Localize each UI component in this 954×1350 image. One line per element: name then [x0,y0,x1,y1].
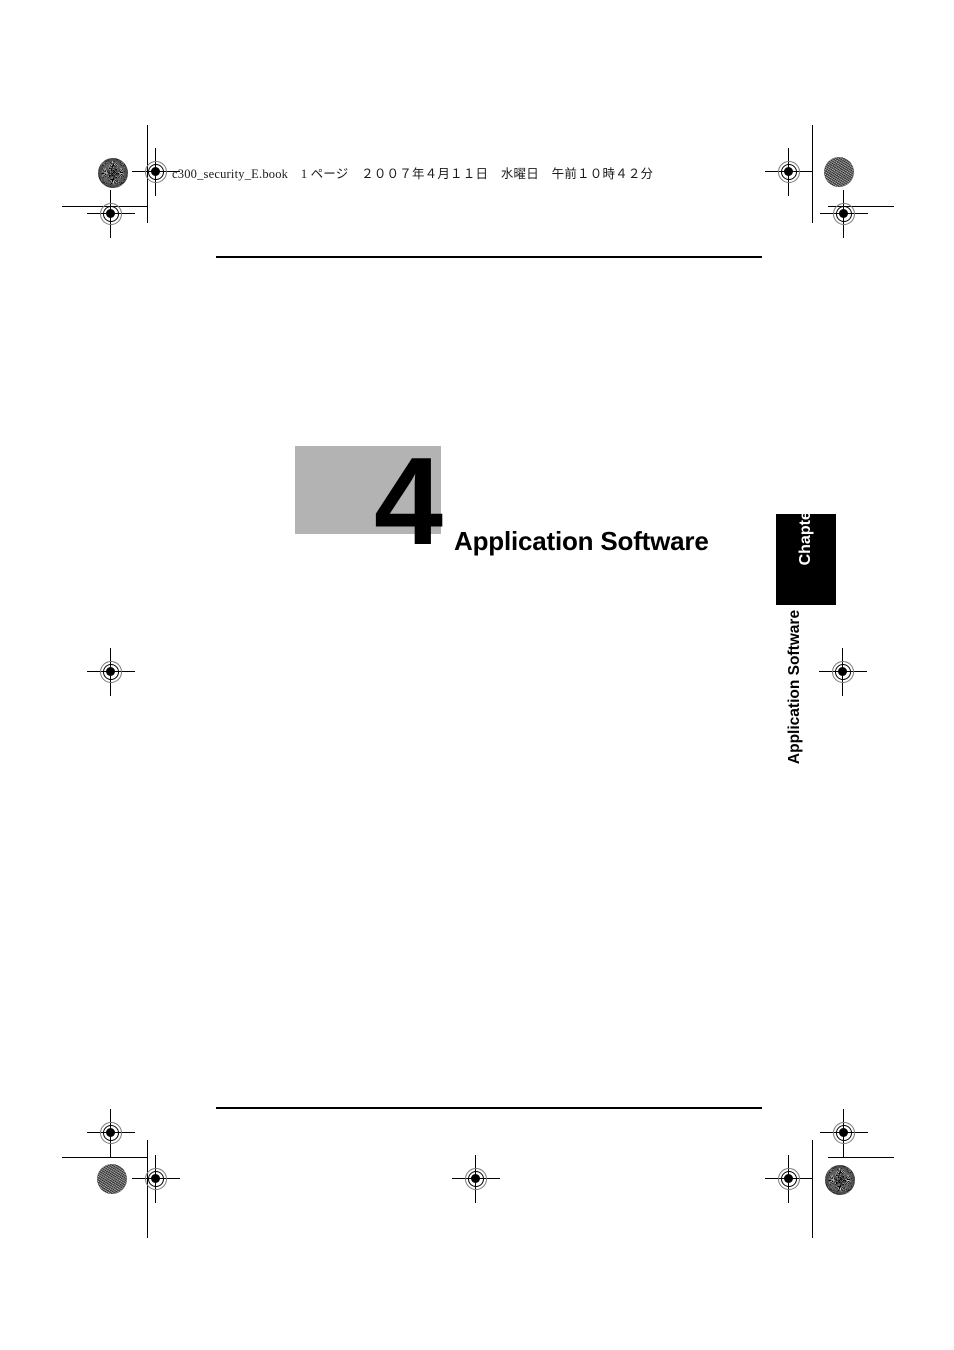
chapter-tab-label: Chapter 4 [797,491,814,566]
solid-density-circle-icon-bottom-left [97,1164,127,1194]
chapter-tab-section-label: Application Software [786,609,803,765]
registration-target-icon-bottom-left-upper [87,1109,135,1157]
document-page: c300_security_E.book 1 ページ ２００７年４月１１日 水曜… [0,0,954,1350]
registration-target-icon-top-right-lower [820,190,868,238]
chapter-title: Application Software [454,526,709,556]
registration-target-icon-bottom-center [452,1155,500,1203]
registration-target-icon-bottom-left [132,1155,180,1203]
chapter-number: 4 [374,433,443,571]
content-rule-top [216,256,762,258]
registration-target-icon-middle-left [87,648,135,696]
content-rule-bottom [216,1107,762,1109]
print-header-timestamp: c300_security_E.book 1 ページ ２００７年４月１１日 水曜… [172,167,654,181]
registration-target-icon-top-left-lower [87,190,135,238]
solid-density-circle-icon-top-right [824,157,854,187]
halftone-density-circle-icon-top-left [97,157,129,189]
registration-target-icon-bottom-right-upper [820,1109,868,1157]
registration-target-icon-top-right [765,148,813,196]
crop-guide-line-bottom-right-horizontal [828,1157,894,1158]
halftone-density-circle-icon-bottom-right [824,1164,856,1196]
registration-target-icon-bottom-right [765,1155,813,1203]
registration-target-icon-middle-right [819,648,867,696]
